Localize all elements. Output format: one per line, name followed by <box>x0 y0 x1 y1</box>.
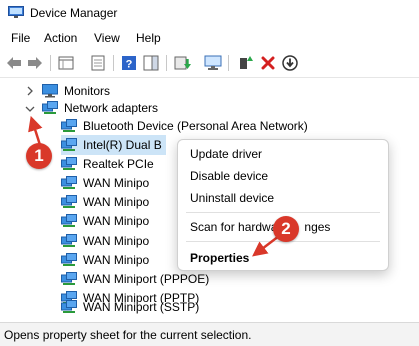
network-adapter-icon <box>61 176 77 189</box>
help-icon[interactable]: ? <box>119 53 139 73</box>
menu-separator <box>186 212 380 213</box>
network-adapter-icon <box>42 101 58 114</box>
network-adapter-icon <box>61 138 77 151</box>
menu-uninstall-device[interactable]: Uninstall device <box>190 191 274 205</box>
toolbar-separator <box>228 55 229 71</box>
tree-item-label: WAN Minipo <box>83 214 150 228</box>
menu-bar: File Action View Help <box>0 27 419 49</box>
tree-item-label: WAN Minipo <box>83 176 150 190</box>
menu-disable-device[interactable]: Disable device <box>190 169 268 183</box>
step-badge-2: 2 <box>273 216 299 242</box>
tree-item-label: WAN Miniport (PPPOE) <box>83 272 210 286</box>
network-adapter-icon <box>61 272 77 285</box>
network-adapter-icon <box>61 214 77 227</box>
svg-text:?: ? <box>126 59 133 71</box>
context-menu: Update driver Disable device Uninstall d… <box>177 139 389 271</box>
chevron-right-icon[interactable] <box>25 86 35 96</box>
tree-item-device[interactable]: WAN Minipo <box>61 192 149 212</box>
network-adapter-icon <box>61 119 77 132</box>
network-adapter-icon <box>61 195 77 208</box>
properties-grid-icon[interactable] <box>56 53 76 73</box>
menu-scan-label: Scan for hardwa <box>190 220 278 234</box>
network-adapter-icon <box>61 253 77 266</box>
window-title: Device Manager <box>30 6 118 20</box>
uninstall-icon[interactable] <box>258 53 278 73</box>
menu-action[interactable]: Action <box>44 31 77 45</box>
tree-item-label: Intel(R) Dual B <box>83 138 162 152</box>
menu-help[interactable]: Help <box>136 31 161 45</box>
tree-item-label: WAN Miniport (SSTP) <box>83 300 200 314</box>
menu-update-driver[interactable]: Update driver <box>190 147 262 161</box>
tree-item-device[interactable]: WAN Minipo <box>61 231 149 251</box>
forward-icon[interactable] <box>25 53 45 73</box>
tree-item-label: Network adapters <box>64 101 159 115</box>
tree-item-label: Bluetooth Device (Personal Area Network) <box>83 119 308 133</box>
network-adapter-icon <box>61 157 77 170</box>
tree-item-network-adapters[interactable]: Network adapters <box>42 98 158 118</box>
tree-item-label: WAN Minipo <box>83 195 150 209</box>
tree-item-device[interactable]: WAN Minipo <box>61 211 149 231</box>
tree-item-device[interactable]: WAN Minipo <box>61 173 149 193</box>
show-hidden-icon[interactable] <box>88 53 108 73</box>
back-icon[interactable] <box>4 53 24 73</box>
tree-item-label: WAN Minipo <box>83 253 150 267</box>
menu-file[interactable]: File <box>11 31 30 45</box>
tree-item-label: WAN Minipo <box>83 234 150 248</box>
disable-device-icon[interactable] <box>280 53 300 73</box>
enable-device-icon[interactable] <box>236 53 256 73</box>
toolbar-separator <box>166 55 167 71</box>
tree-item-device[interactable]: WAN Miniport (SSTP) <box>61 297 199 317</box>
toolbar: ? <box>0 49 419 78</box>
menu-view[interactable]: View <box>94 31 120 45</box>
toolbar-separator <box>50 55 51 71</box>
step-badge-1: 1 <box>26 143 52 169</box>
device-manager-icon <box>8 6 24 18</box>
network-adapter-icon <box>61 234 77 247</box>
network-adapter-icon <box>61 300 77 313</box>
scan-hardware-icon[interactable] <box>203 53 223 73</box>
tree-item-device[interactable]: Bluetooth Device (Personal Area Network) <box>61 116 308 136</box>
update-driver-icon[interactable] <box>173 53 193 73</box>
menu-scan-label-tail: nges <box>304 220 331 234</box>
tree-item-label: Realtek PCIe <box>83 157 154 171</box>
action-pane-icon[interactable] <box>141 53 161 73</box>
toolbar-separator <box>113 55 114 71</box>
monitor-icon <box>42 84 58 98</box>
status-text: Opens property sheet for the current sel… <box>4 328 252 342</box>
tree-item-device[interactable]: WAN Minipo <box>61 250 149 270</box>
status-bar: Opens property sheet for the current sel… <box>0 322 419 346</box>
tree-item-device[interactable]: WAN Miniport (PPPOE) <box>61 269 209 289</box>
tree-item-device[interactable]: Realtek PCIe <box>61 154 154 174</box>
chevron-down-icon[interactable] <box>25 104 35 114</box>
tree-item-device-selected[interactable]: Intel(R) Dual B <box>61 135 166 155</box>
menu-scan-hardware[interactable]: Scan for hardwa nges <box>190 220 330 234</box>
menu-properties[interactable]: Properties <box>190 251 249 265</box>
title-bar: Device Manager <box>0 0 419 27</box>
tree-item-label: Monitors <box>64 84 111 98</box>
